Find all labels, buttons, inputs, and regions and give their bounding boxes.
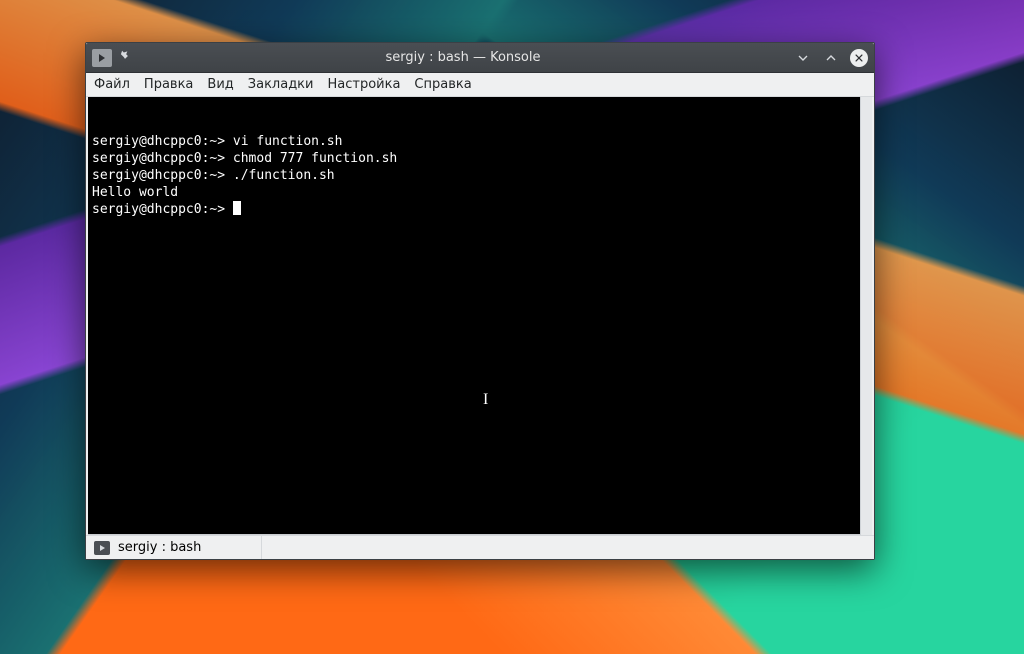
menu-file[interactable]: Файл — [94, 77, 130, 92]
terminal[interactable]: sergiy@dhcppc0:~> vi function.shsergiy@d… — [88, 97, 860, 535]
tab-bar: sergiy : bash — [86, 535, 874, 559]
terminal-line: sergiy@dhcppc0:~> vi function.sh — [92, 133, 856, 150]
menu-view[interactable]: Вид — [207, 77, 233, 92]
menu-bookmarks[interactable]: Закладки — [248, 77, 314, 92]
konsole-window: sergiy : bash — Konsole Файл Правка Вид … — [85, 42, 875, 560]
shell-command: chmod 777 function.sh — [233, 151, 397, 166]
menu-bar: Файл Правка Вид Закладки Настройка Справ… — [86, 73, 874, 97]
close-button[interactable] — [850, 49, 868, 67]
minimize-button[interactable] — [794, 49, 812, 67]
terminal-line: Hello world — [92, 184, 856, 201]
maximize-button[interactable] — [822, 49, 840, 67]
vertical-scrollbar[interactable] — [860, 97, 872, 535]
shell-prompt: sergiy@dhcppc0:~> — [92, 134, 233, 149]
shell-prompt: sergiy@dhcppc0:~> — [92, 168, 233, 183]
shell-output: Hello world — [92, 185, 178, 200]
terminal-line: sergiy@dhcppc0:~> — [92, 201, 856, 218]
menu-help[interactable]: Справка — [414, 77, 471, 92]
pin-icon[interactable] — [118, 49, 132, 67]
window-title: sergiy : bash — Konsole — [132, 50, 794, 65]
terminal-line: sergiy@dhcppc0:~> ./function.sh — [92, 167, 856, 184]
terminal-icon — [94, 541, 110, 555]
block-cursor — [233, 201, 241, 215]
shell-command: vi function.sh — [233, 134, 343, 149]
menu-edit[interactable]: Правка — [144, 77, 193, 92]
tab-label: sergiy : bash — [118, 540, 201, 555]
tab-session[interactable]: sergiy : bash — [86, 536, 262, 559]
shell-command: ./function.sh — [233, 168, 335, 183]
terminal-area: sergiy@dhcppc0:~> vi function.shsergiy@d… — [86, 97, 874, 535]
shell-prompt: sergiy@dhcppc0:~> — [92, 202, 233, 217]
terminal-line: sergiy@dhcppc0:~> chmod 777 function.sh — [92, 150, 856, 167]
menu-settings[interactable]: Настройка — [327, 77, 400, 92]
window-titlebar[interactable]: sergiy : bash — Konsole — [86, 43, 874, 73]
shell-prompt: sergiy@dhcppc0:~> — [92, 151, 233, 166]
app-icon — [92, 49, 112, 67]
text-cursor-icon: I — [483, 391, 488, 408]
